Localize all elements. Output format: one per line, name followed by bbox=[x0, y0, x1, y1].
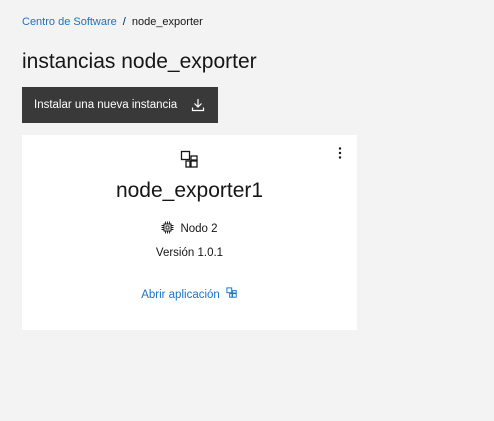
chip-icon bbox=[161, 221, 174, 237]
open-application-label: Abrir aplicación bbox=[141, 288, 220, 301]
version-text: Versión 1.0.1 bbox=[155, 247, 224, 259]
install-button-label: Instalar una nueva instancia bbox=[34, 99, 178, 111]
application-icon bbox=[226, 287, 238, 302]
application-icon bbox=[180, 150, 200, 170]
overflow-menu-icon[interactable] bbox=[333, 145, 347, 161]
node-info: Nodo 2 bbox=[22, 221, 357, 237]
breadcrumb: Centro de Software / node_exporter bbox=[22, 15, 203, 29]
page-title: instancias node_exporter bbox=[22, 50, 257, 73]
node-label: Nodo 2 bbox=[180, 223, 218, 235]
instance-card: node_exporter1 Nodo 2 Versión 1.0.1 Abri… bbox=[22, 135, 357, 330]
page: Centro de Software / node_exporter insta… bbox=[0, 0, 494, 421]
open-application-link[interactable]: Abrir aplicación bbox=[22, 287, 357, 302]
install-new-instance-button[interactable]: Instalar una nueva instancia bbox=[22, 87, 218, 123]
breadcrumb-link-software-center[interactable]: Centro de Software bbox=[22, 15, 117, 29]
download-icon bbox=[178, 87, 218, 123]
breadcrumb-current: node_exporter bbox=[131, 16, 203, 28]
instance-name: node_exporter1 bbox=[115, 179, 264, 202]
breadcrumb-separator: / bbox=[122, 16, 126, 28]
